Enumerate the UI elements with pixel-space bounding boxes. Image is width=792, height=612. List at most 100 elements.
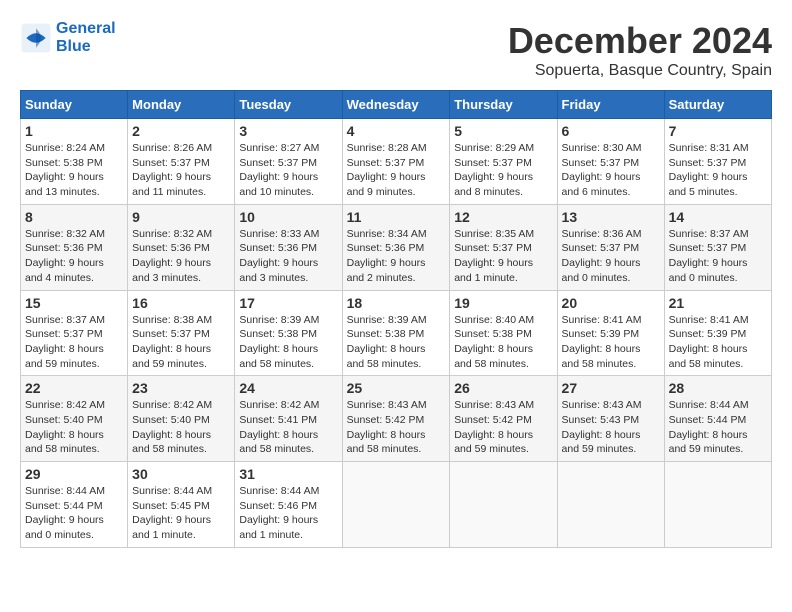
day-number: 15 bbox=[25, 295, 123, 311]
calendar-cell: 20 Sunrise: 8:41 AMSunset: 5:39 PMDayligh… bbox=[557, 290, 664, 376]
day-number: 13 bbox=[562, 209, 660, 225]
cell-content: Sunrise: 8:30 AMSunset: 5:37 PMDaylight:… bbox=[562, 141, 660, 200]
calendar-week-row: 1Sunrise: 8:24 AMSunset: 5:38 PMDaylight… bbox=[21, 119, 772, 205]
col-header-friday: Friday bbox=[557, 91, 664, 119]
calendar-cell: 7 Sunrise: 8:31 AMSunset: 5:37 PMDaylight… bbox=[664, 119, 771, 205]
day-number: 5 bbox=[454, 123, 552, 139]
calendar-cell: 21 Sunrise: 8:41 AMSunset: 5:39 PMDayligh… bbox=[664, 290, 771, 376]
cell-content: Sunrise: 8:37 AMSunset: 5:37 PMDaylight:… bbox=[669, 227, 767, 286]
calendar-cell: 3 Sunrise: 8:27 AMSunset: 5:37 PMDaylight… bbox=[235, 119, 342, 205]
cell-content: Sunrise: 8:33 AMSunset: 5:36 PMDaylight:… bbox=[239, 227, 337, 286]
cell-content: Sunrise: 8:44 AMSunset: 5:44 PMDaylight:… bbox=[25, 484, 123, 543]
day-number: 17 bbox=[239, 295, 337, 311]
cell-content: Sunrise: 8:35 AMSunset: 5:37 PMDaylight:… bbox=[454, 227, 552, 286]
day-number: 25 bbox=[347, 380, 446, 396]
cell-content: Sunrise: 8:43 AMSunset: 5:43 PMDaylight:… bbox=[562, 398, 660, 457]
day-number: 7 bbox=[669, 123, 767, 139]
day-number: 26 bbox=[454, 380, 552, 396]
calendar-cell: 29 Sunrise: 8:44 AMSunset: 5:44 PMDayligh… bbox=[21, 462, 128, 548]
col-header-wednesday: Wednesday bbox=[342, 91, 450, 119]
title-area: December 2024 Sopuerta, Basque Country, … bbox=[508, 20, 772, 80]
day-number: 31 bbox=[239, 466, 337, 482]
day-number: 20 bbox=[562, 295, 660, 311]
calendar-week-row: 29 Sunrise: 8:44 AMSunset: 5:44 PMDayligh… bbox=[21, 462, 772, 548]
cell-content: Sunrise: 8:43 AMSunset: 5:42 PMDaylight:… bbox=[347, 398, 446, 457]
cell-content: Sunrise: 8:28 AMSunset: 5:37 PMDaylight:… bbox=[347, 141, 446, 200]
calendar-cell: 23 Sunrise: 8:42 AMSunset: 5:40 PMDayligh… bbox=[128, 376, 235, 462]
calendar-cell: 5 Sunrise: 8:29 AMSunset: 5:37 PMDaylight… bbox=[450, 119, 557, 205]
calendar-cell: 18Sunrise: 8:39 AMSunset: 5:38 PMDayligh… bbox=[342, 290, 450, 376]
cell-content: Sunrise: 8:37 AMSunset: 5:37 PMDaylight:… bbox=[25, 313, 123, 372]
calendar-cell: 28 Sunrise: 8:44 AMSunset: 5:44 PMDayligh… bbox=[664, 376, 771, 462]
calendar-cell: 15 Sunrise: 8:37 AMSunset: 5:37 PMDayligh… bbox=[21, 290, 128, 376]
day-number: 11 bbox=[347, 209, 446, 225]
cell-content: Sunrise: 8:38 AMSunset: 5:37 PMDaylight:… bbox=[132, 313, 230, 372]
day-number: 9 bbox=[132, 209, 230, 225]
day-number: 14 bbox=[669, 209, 767, 225]
calendar-cell bbox=[342, 462, 450, 548]
calendar-cell: 26 Sunrise: 8:43 AMSunset: 5:42 PMDayligh… bbox=[450, 376, 557, 462]
logo-text: General Blue bbox=[56, 20, 116, 55]
cell-content: Sunrise: 8:44 AMSunset: 5:44 PMDaylight:… bbox=[669, 398, 767, 457]
day-number: 22 bbox=[25, 380, 123, 396]
calendar-cell: 22Sunrise: 8:42 AMSunset: 5:40 PMDayligh… bbox=[21, 376, 128, 462]
col-header-sunday: Sunday bbox=[21, 91, 128, 119]
cell-content: Sunrise: 8:29 AMSunset: 5:37 PMDaylight:… bbox=[454, 141, 552, 200]
calendar-cell: 2Sunrise: 8:26 AMSunset: 5:37 PMDaylight… bbox=[128, 119, 235, 205]
calendar-cell: 11 Sunrise: 8:34 AMSunset: 5:36 PMDayligh… bbox=[342, 204, 450, 290]
calendar-cell: 17 Sunrise: 8:39 AMSunset: 5:38 PMDayligh… bbox=[235, 290, 342, 376]
cell-content: Sunrise: 8:31 AMSunset: 5:37 PMDaylight:… bbox=[669, 141, 767, 200]
day-number: 23 bbox=[132, 380, 230, 396]
cell-content: Sunrise: 8:42 AMSunset: 5:41 PMDaylight:… bbox=[239, 398, 337, 457]
day-number: 27 bbox=[562, 380, 660, 396]
page-header: General Blue December 2024 Sopuerta, Bas… bbox=[20, 20, 772, 80]
day-number: 16 bbox=[132, 295, 230, 311]
col-header-tuesday: Tuesday bbox=[235, 91, 342, 119]
calendar-cell bbox=[664, 462, 771, 548]
calendar-cell: 1Sunrise: 8:24 AMSunset: 5:38 PMDaylight… bbox=[21, 119, 128, 205]
day-number: 18 bbox=[347, 295, 446, 311]
cell-content: Sunrise: 8:43 AMSunset: 5:42 PMDaylight:… bbox=[454, 398, 552, 457]
calendar-week-row: 22 Sunrise: 8:42 AMSunset: 5:40 PMDayligh… bbox=[21, 376, 772, 462]
day-number: 1 bbox=[25, 123, 123, 139]
calendar-cell: 31Sunrise: 8:44 AMSunset: 5:46 PMDayligh… bbox=[235, 462, 342, 548]
calendar-cell: 9 Sunrise: 8:32 AMSunset: 5:36 PMDaylight… bbox=[128, 204, 235, 290]
calendar-cell: 27 Sunrise: 8:43 AMSunset: 5:43 PMDayligh… bbox=[557, 376, 664, 462]
calendar-cell: 4Sunrise: 8:28 AMSunset: 5:37 PMDaylight… bbox=[342, 119, 450, 205]
calendar-header-row: SundayMondayTuesdayWednesdayThursdayFrid… bbox=[21, 91, 772, 119]
col-header-saturday: Saturday bbox=[664, 91, 771, 119]
cell-content: Sunrise: 8:27 AMSunset: 5:37 PMDaylight:… bbox=[239, 141, 337, 200]
calendar-cell: 12Sunrise: 8:35 AMSunset: 5:37 PMDayligh… bbox=[450, 204, 557, 290]
cell-content: Sunrise: 8:42 AMSunset: 5:40 PMDaylight:… bbox=[132, 398, 230, 457]
cell-content: Sunrise: 8:41 AMSunset: 5:39 PMDaylight:… bbox=[669, 313, 767, 372]
calendar-cell: 25 Sunrise: 8:43 AMSunset: 5:42 PMDayligh… bbox=[342, 376, 450, 462]
day-number: 3 bbox=[239, 123, 337, 139]
cell-content: Sunrise: 8:40 AMSunset: 5:38 PMDaylight:… bbox=[454, 313, 552, 372]
calendar-week-row: 8Sunrise: 8:32 AMSunset: 5:36 PMDaylight… bbox=[21, 204, 772, 290]
logo: General Blue bbox=[20, 20, 116, 55]
location-title: Sopuerta, Basque Country, Spain bbox=[508, 62, 772, 80]
day-number: 30 bbox=[132, 466, 230, 482]
day-number: 29 bbox=[25, 466, 123, 482]
cell-content: Sunrise: 8:39 AMSunset: 5:38 PMDaylight:… bbox=[239, 313, 337, 372]
cell-content: Sunrise: 8:26 AMSunset: 5:37 PMDaylight:… bbox=[132, 141, 230, 200]
calendar-cell: 6 Sunrise: 8:30 AMSunset: 5:37 PMDaylight… bbox=[557, 119, 664, 205]
calendar-cell: 10 Sunrise: 8:33 AMSunset: 5:36 PMDayligh… bbox=[235, 204, 342, 290]
cell-content: Sunrise: 8:32 AMSunset: 5:36 PMDaylight:… bbox=[25, 227, 123, 286]
calendar-cell bbox=[557, 462, 664, 548]
cell-content: Sunrise: 8:44 AMSunset: 5:45 PMDaylight:… bbox=[132, 484, 230, 543]
day-number: 21 bbox=[669, 295, 767, 311]
calendar-cell: 14 Sunrise: 8:37 AMSunset: 5:37 PMDayligh… bbox=[664, 204, 771, 290]
calendar-cell: 8Sunrise: 8:32 AMSunset: 5:36 PMDaylight… bbox=[21, 204, 128, 290]
day-number: 6 bbox=[562, 123, 660, 139]
col-header-monday: Monday bbox=[128, 91, 235, 119]
calendar-cell bbox=[450, 462, 557, 548]
day-number: 28 bbox=[669, 380, 767, 396]
cell-content: Sunrise: 8:34 AMSunset: 5:36 PMDaylight:… bbox=[347, 227, 446, 286]
day-number: 10 bbox=[239, 209, 337, 225]
cell-content: Sunrise: 8:32 AMSunset: 5:36 PMDaylight:… bbox=[132, 227, 230, 286]
cell-content: Sunrise: 8:36 AMSunset: 5:37 PMDaylight:… bbox=[562, 227, 660, 286]
cell-content: Sunrise: 8:41 AMSunset: 5:39 PMDaylight:… bbox=[562, 313, 660, 372]
col-header-thursday: Thursday bbox=[450, 91, 557, 119]
day-number: 19 bbox=[454, 295, 552, 311]
